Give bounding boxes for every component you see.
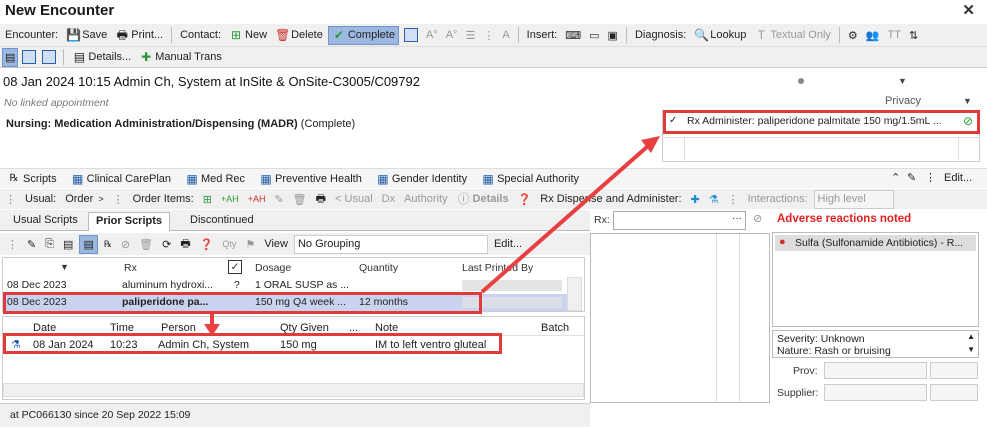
arrow-head (204, 324, 220, 336)
annotation-arrows (204, 136, 660, 336)
arrow-line (480, 144, 650, 294)
